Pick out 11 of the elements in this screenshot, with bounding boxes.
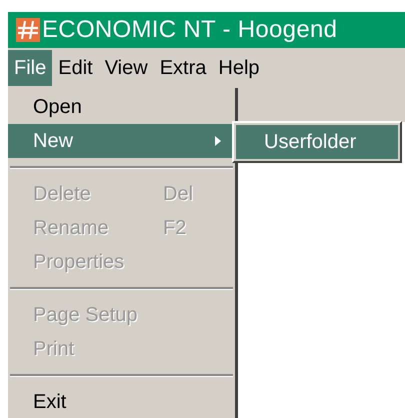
menu-bar-item[interactable]: Extra bbox=[154, 50, 212, 86]
menu-item[interactable]: Open bbox=[8, 90, 235, 124]
menu-item[interactable]: New bbox=[8, 124, 235, 158]
menu-bar-item[interactable]: View bbox=[98, 50, 154, 86]
menu-bar-item[interactable]: Help bbox=[212, 50, 266, 86]
menu-item[interactable]: Userfolder bbox=[236, 125, 398, 159]
menu-item[interactable]: Exit bbox=[8, 385, 235, 418]
window-title: ECONOMIC NT - Hoogend bbox=[42, 16, 338, 44]
menu-bar-item[interactable]: Edit bbox=[52, 50, 99, 86]
menu-bar-item[interactable]: File bbox=[8, 50, 52, 86]
app-logo-icon bbox=[16, 18, 40, 42]
